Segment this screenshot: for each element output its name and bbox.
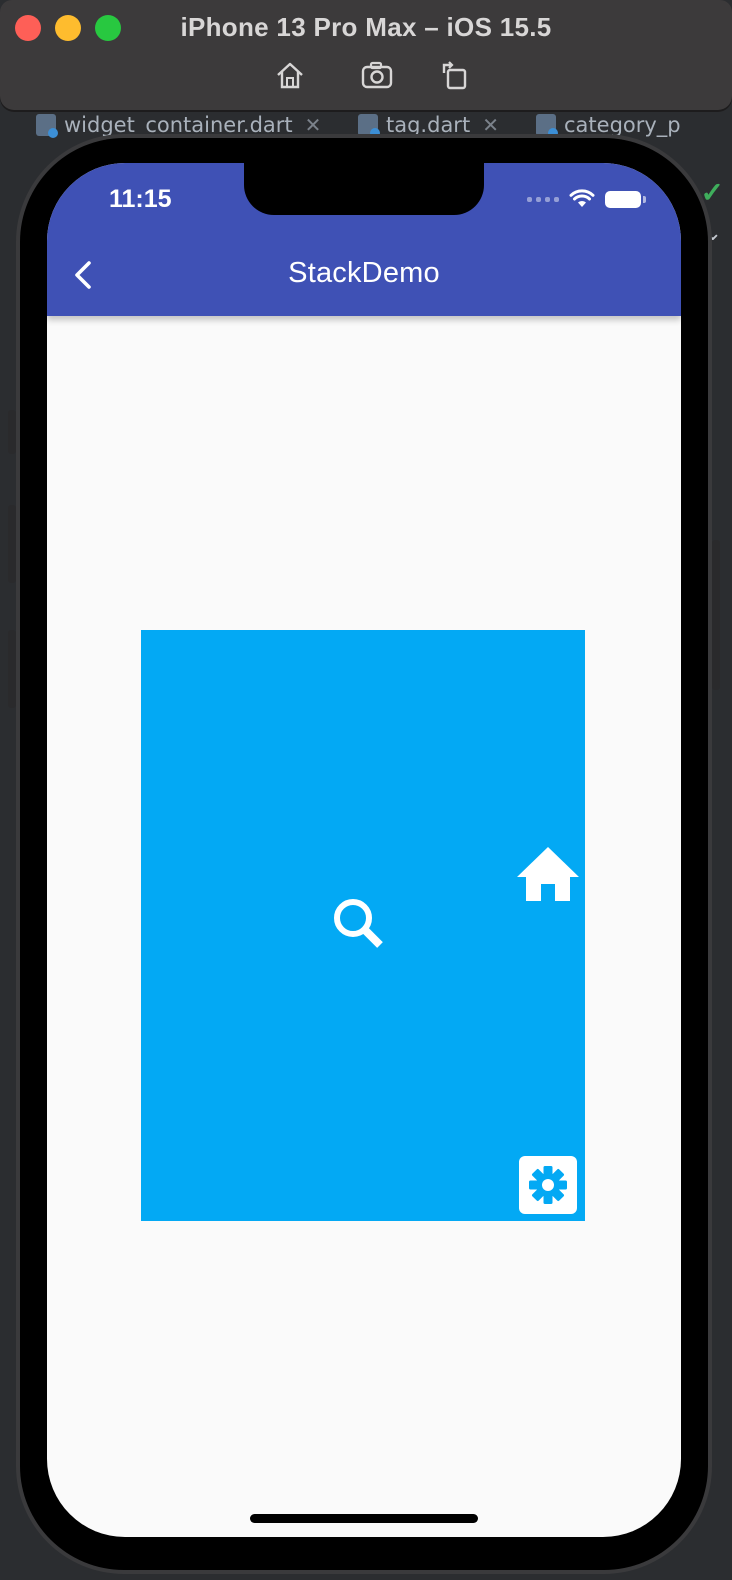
wifi-icon: [569, 189, 595, 207]
page-title: StackDemo: [288, 257, 440, 289]
battery-icon: [605, 190, 646, 208]
notch: [244, 163, 484, 215]
phone-screen: 11:15 StackDemo: [47, 163, 681, 1537]
volume-up-button: [8, 505, 16, 583]
dart-file-icon: [358, 114, 380, 138]
dart-file-icon: [536, 114, 558, 138]
home-indicator[interactable]: [250, 1514, 478, 1523]
stack-container: [141, 630, 585, 1221]
simulator-titlebar: iPhone 13 Pro Max – iOS 15.5: [0, 0, 732, 110]
app-bar: 11:15 StackDemo: [47, 163, 681, 316]
settings-icon[interactable]: [519, 1156, 577, 1214]
volume-down-button: [8, 630, 16, 708]
screenshot-icon[interactable]: [360, 58, 394, 92]
home-icon[interactable]: [273, 58, 307, 92]
status-icons: [527, 189, 646, 209]
home-icon[interactable]: [515, 844, 581, 904]
window-title: iPhone 13 Pro Max – iOS 15.5: [180, 12, 552, 42]
mute-switch: [8, 410, 16, 454]
dart-file-icon: [36, 114, 58, 138]
status-time: 11:15: [109, 185, 172, 213]
cellular-signal-icon: [527, 196, 559, 202]
rotate-icon[interactable]: [438, 58, 472, 92]
power-button: [712, 540, 720, 690]
search-icon[interactable]: [327, 892, 393, 958]
